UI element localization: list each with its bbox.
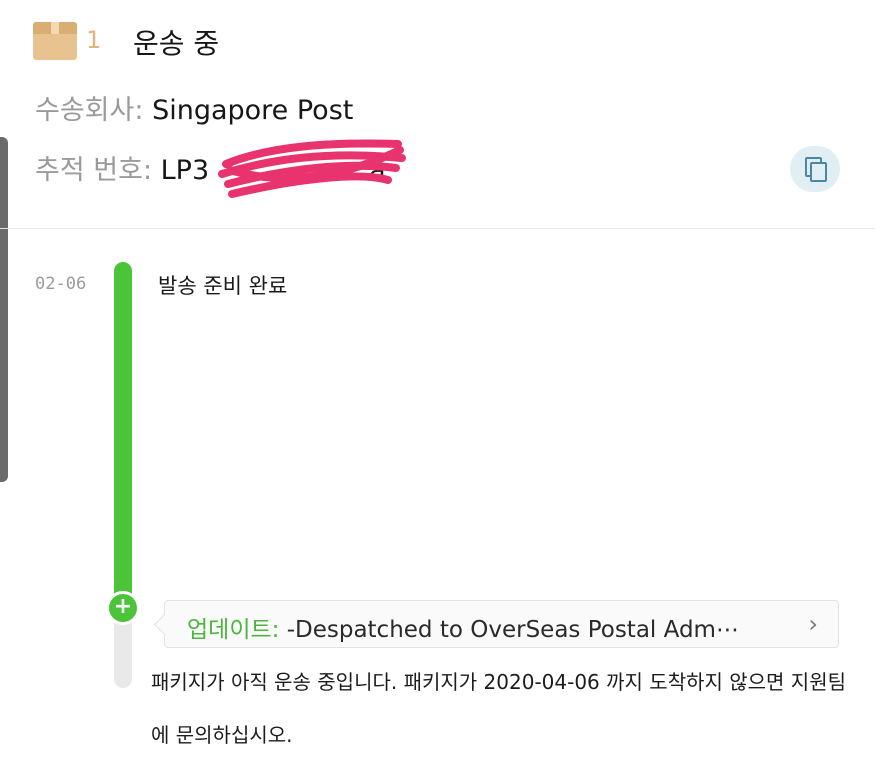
carrier-row: 수송회사: Singapore Post [35, 88, 353, 127]
carrier-value: Singapore Post [152, 95, 354, 126]
timeline-progress-bar [114, 262, 132, 606]
section-divider [0, 228, 875, 229]
tracking-value-prefix: LP3 [160, 155, 210, 186]
update-text: -Despatched to OverSeas Postal Adm⋯ [286, 617, 739, 643]
tracking-label: 추적 번호: [35, 155, 153, 186]
event-date: 02-06 [35, 274, 87, 294]
transit-note: 패키지가 아직 운송 중입니다. 패키지가 2020-04-06 까지 도착하지… [151, 670, 847, 747]
side-scroll-handle[interactable] [0, 137, 8, 482]
carrier-label: 수송회사: [35, 95, 144, 126]
package-box-icon [33, 22, 77, 60]
status-title: 운송 중 [133, 27, 220, 60]
event-title: 발송 준비 완료 [158, 274, 288, 298]
update-banner[interactable]: 업데이트: -Despatched to OverSeas Postal Adm… [153, 600, 839, 648]
chevron-right-icon: › [808, 610, 818, 638]
redaction-scribble [218, 139, 406, 198]
plus-icon[interactable]: + [106, 591, 140, 625]
package-count: 1 [86, 26, 102, 54]
copy-tracking-button[interactable] [790, 146, 840, 192]
update-label: 업데이트: [187, 617, 280, 643]
